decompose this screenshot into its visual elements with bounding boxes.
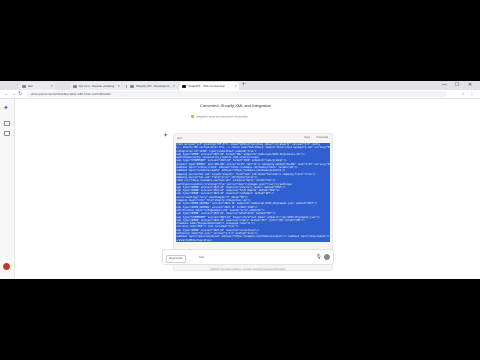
page-title: Converted: Shopify XML and Integration (200, 103, 272, 108)
code-language: xml (177, 136, 182, 140)
new-chat-icon[interactable] (4, 131, 10, 136)
code-block-header: xml Copy Download (174, 134, 332, 142)
back-button[interactable]: ← (4, 90, 9, 98)
send-button[interactable] (324, 254, 330, 260)
new-tab-button[interactable]: + (242, 81, 246, 90)
maximize-button[interactable]: ☐ (455, 81, 459, 90)
minimize-button[interactable]: — (442, 81, 447, 90)
reload-button[interactable]: ↻ (18, 90, 22, 98)
copy-button[interactable]: Copy (304, 135, 310, 141)
tab-strip: dev × bol.com - Nieuwe vertaling × Inhou… (0, 81, 480, 90)
favicon-icon (22, 84, 26, 88)
avatar[interactable] (3, 263, 10, 270)
favicon-icon (73, 84, 77, 88)
sidebar-toggle-icon[interactable] (4, 121, 10, 126)
close-window-button[interactable]: ✕ (468, 81, 472, 90)
chatgpt-favicon-icon (182, 84, 186, 88)
code-line: </shopifyAPIConfiguration> (176, 238, 330, 242)
disclaimer-text: ChatGPT can make mistakes. Consider chec… (210, 268, 286, 271)
close-icon[interactable]: × (235, 82, 237, 90)
browser-menu-icon[interactable]: ☆ ⋮ (461, 90, 476, 98)
microphone-icon[interactable]: 🎙 (316, 254, 322, 260)
tab-active[interactable]: ChatGPT - XML Conversion × (179, 82, 239, 90)
forward-button[interactable]: → (11, 90, 16, 98)
sidebar: ✦ (0, 99, 15, 279)
tab-label: dev (28, 84, 33, 88)
status-dot-icon (191, 115, 194, 118)
stop-button[interactable]: Stop (199, 255, 204, 261)
download-button[interactable]: Download (316, 135, 328, 141)
logo-icon[interactable]: ✦ (3, 105, 11, 112)
close-icon[interactable]: × (173, 82, 175, 90)
regenerate-button[interactable]: Regenerate (166, 255, 186, 263)
tab[interactable]: dev × (19, 82, 55, 90)
url-input[interactable]: chat.openai.com/c/2f1ab8e2-9d4c-4d5f-b7a… (27, 91, 447, 97)
favicon-icon (130, 84, 134, 88)
assistant-avatar-icon: ✦ (163, 133, 169, 139)
code-content[interactable]: <?xml version="1.0" encoding="UTF-8"?> <… (176, 143, 330, 246)
tab[interactable]: bol.com - Nieuwe vertaling × (70, 82, 122, 90)
address-bar: ← → ↻ chat.openai.com/c/2f1ab8e2-9d4c-4d… (0, 90, 480, 99)
status-text: Integration script was generated success… (191, 115, 248, 119)
message-composer[interactable]: Regenerate Stop 🎙 (162, 249, 334, 265)
tab-label: bol.com - Nieuwe vertaling (79, 84, 115, 88)
tab[interactable]: Shopify API - Developers × (127, 82, 177, 90)
browser-window: dev × bol.com - Nieuwe vertaling × Inhou… (0, 81, 480, 279)
tab-label: Shopify API - Developers (136, 84, 170, 88)
tab-label: ChatGPT - XML Conversion (188, 84, 226, 88)
close-icon[interactable]: × (51, 82, 53, 90)
close-icon[interactable]: × (118, 82, 120, 90)
